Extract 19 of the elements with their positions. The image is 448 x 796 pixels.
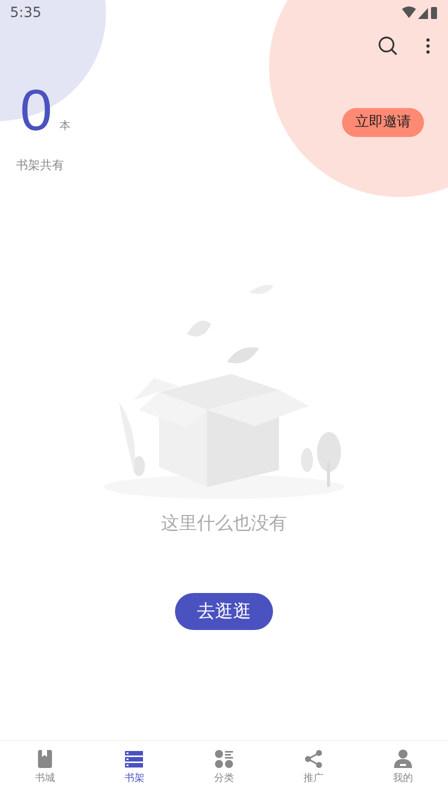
nav-tab[interactable]: 书架 [90,741,180,796]
share-icon [304,749,324,769]
search-icon[interactable] [378,36,398,56]
nav-tab[interactable]: 我的 [358,741,448,796]
clock: 5:35 [10,4,42,22]
empty-message: 这里什么也没有 [161,512,287,536]
invite-button[interactable]: 立即邀请 [342,108,424,137]
status-icons [402,6,438,20]
nav-tab[interactable]: 分类 [179,741,269,796]
person-icon [393,749,414,769]
category-icon [214,749,234,769]
nav-tab[interactable]: 书城 [0,741,90,796]
browse-button[interactable]: 去逛逛 [175,593,273,630]
nav-tab[interactable]: 推广 [268,741,358,796]
unit-label: 本 [59,118,70,134]
book-count: 0 [20,82,52,140]
count-caption: 书架共有 [16,157,65,174]
more-menu-icon[interactable] [426,38,430,54]
list-icon [124,749,144,769]
